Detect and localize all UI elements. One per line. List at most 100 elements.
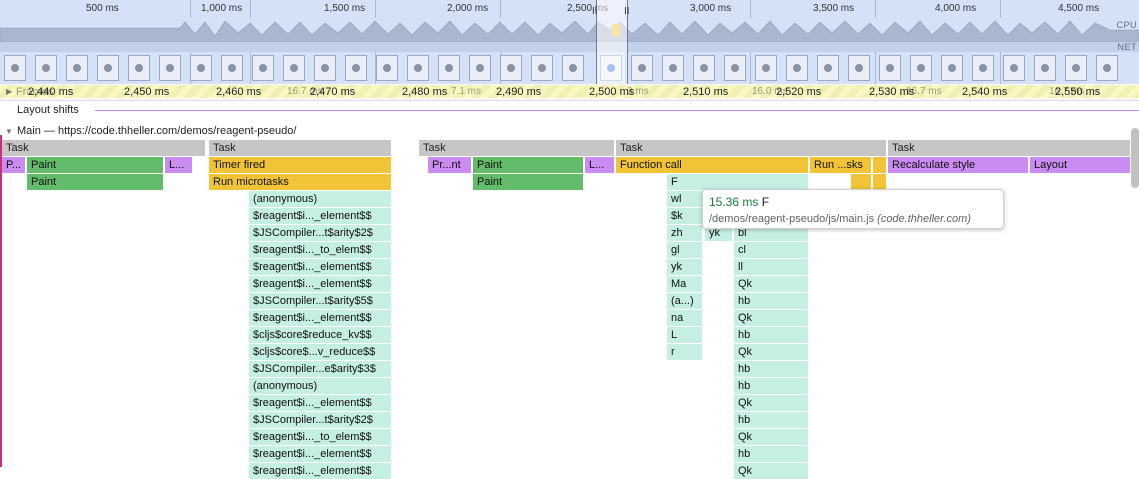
screenshot-frame[interactable]	[252, 55, 274, 81]
flame-function[interactable]: zh	[667, 225, 703, 241]
screenshot-frame[interactable]	[469, 55, 491, 81]
flame-event[interactable]	[873, 174, 887, 190]
screenshot-frame[interactable]	[972, 55, 994, 81]
flame-function[interactable]: $reagent$i..._element$$	[249, 208, 392, 224]
flame-function[interactable]: Qk	[734, 276, 809, 292]
flame-function[interactable]: Qk	[734, 310, 809, 326]
flame-function[interactable]: $reagent$i..._element$$	[249, 276, 392, 292]
screenshot-frame[interactable]	[128, 55, 150, 81]
flame-function[interactable]: Qk	[734, 395, 809, 411]
flame-function[interactable]: L	[667, 327, 703, 343]
flame-function[interactable]: $cljs$core$...v_reduce$$	[249, 344, 392, 360]
screenshot-frame[interactable]	[500, 55, 522, 81]
screenshot-frame[interactable]	[848, 55, 870, 81]
flame-timer-fired[interactable]: Timer fired	[209, 157, 392, 173]
flame-layerize[interactable]: L...	[165, 157, 193, 173]
flame-run-microtasks[interactable]: Run ...sks	[810, 157, 872, 173]
flame-paint[interactable]: Paint	[473, 157, 584, 173]
flame-function[interactable]: yk	[667, 259, 703, 275]
flame-task[interactable]: Task	[2, 140, 206, 156]
timeline-overview[interactable]: 500 ms 1,000 ms 1,500 ms 2,000 ms 2,500 …	[0, 0, 1139, 84]
screenshot-frame[interactable]	[910, 55, 932, 81]
screenshot-frame[interactable]	[190, 55, 212, 81]
flame-function[interactable]: $reagent$i..._element$$	[249, 310, 392, 326]
flame-function[interactable]: $reagent$i..._element$$	[249, 395, 392, 411]
flame-function[interactable]: $reagent$i..._element$$	[249, 259, 392, 275]
main-track-label[interactable]: Main — https://code.thheller.com/demos/r…	[17, 125, 296, 137]
screenshot-frame[interactable]	[1065, 55, 1087, 81]
screenshot-frame[interactable]	[1096, 55, 1118, 81]
flame-layout[interactable]: Layout	[1030, 157, 1131, 173]
screenshot-frame[interactable]	[35, 55, 57, 81]
flame-function[interactable]: Ma	[667, 276, 703, 292]
flame-function[interactable]: hb	[734, 446, 809, 462]
screenshot-frame[interactable]	[817, 55, 839, 81]
flame-function[interactable]: hb	[734, 293, 809, 309]
screenshot-frame[interactable]	[283, 55, 305, 81]
screenshot-frame[interactable]	[221, 55, 243, 81]
screenshot-frame[interactable]	[4, 55, 26, 81]
flame-recalculate-style[interactable]: Recalculate style	[888, 157, 1029, 173]
flame-function[interactable]: $cljs$core$reduce_kv$$	[249, 327, 392, 343]
flame-function[interactable]: Qk	[734, 344, 809, 360]
flame-task[interactable]: Task	[616, 140, 887, 156]
flame-function[interactable]: hb	[734, 327, 809, 343]
flame-prepaint[interactable]: P...	[2, 157, 26, 173]
flame-function[interactable]: $JSCompiler...t$arity$2$	[249, 412, 392, 428]
flame-function[interactable]: wl	[667, 191, 703, 207]
flame-task[interactable]: Task	[888, 140, 1131, 156]
flame-function-call[interactable]: Function call	[616, 157, 809, 173]
flame-function[interactable]: hb	[734, 361, 809, 377]
screenshot-frame[interactable]	[755, 55, 777, 81]
flame-function[interactable]: Qk	[734, 463, 809, 479]
screenshot-frame[interactable]	[531, 55, 553, 81]
screenshot-frame[interactable]	[693, 55, 715, 81]
screenshot-frame[interactable]	[345, 55, 367, 81]
flame-paint[interactable]: Paint	[27, 157, 164, 173]
flame-function[interactable]: hb	[734, 412, 809, 428]
flame-function[interactable]: cl	[734, 242, 809, 258]
flame-function[interactable]: $reagent$i..._element$$	[249, 463, 392, 479]
flame-function[interactable]: gl	[667, 242, 703, 258]
flame-function[interactable]: (anonymous)	[249, 378, 392, 394]
screenshot-frame[interactable]	[1034, 55, 1056, 81]
screenshot-frame[interactable]	[438, 55, 460, 81]
flame-layerize[interactable]: L...	[585, 157, 615, 173]
flame-function[interactable]: $JSCompiler...t$arity$5$	[249, 293, 392, 309]
flame-function[interactable]: Qk	[734, 429, 809, 445]
main-track-collapse-icon[interactable]: ▼	[5, 127, 13, 136]
screenshot-frame[interactable]	[724, 55, 746, 81]
flame-function[interactable]: hb	[734, 378, 809, 394]
flame-function[interactable]: na	[667, 310, 703, 326]
flame-function[interactable]: $reagent$i..._element$$	[249, 446, 392, 462]
selection-left-handle[interactable]: II	[592, 6, 598, 17]
flame-function[interactable]: F	[667, 174, 809, 190]
flame-task[interactable]: Task	[209, 140, 392, 156]
screenshot-frame[interactable]	[631, 55, 653, 81]
flame-task[interactable]: Task	[419, 140, 615, 156]
layout-shifts-track-label[interactable]: Layout shifts	[17, 104, 79, 116]
screenshot-frame[interactable]	[562, 55, 584, 81]
flame-function[interactable]: (a...)	[667, 293, 703, 309]
flame-chart-scrollbar[interactable]	[1131, 128, 1139, 188]
screenshot-frame[interactable]	[407, 55, 429, 81]
screenshot-frame[interactable]	[879, 55, 901, 81]
screenshot-frame[interactable]	[66, 55, 88, 81]
flame-paint[interactable]: Paint	[27, 174, 164, 190]
screenshot-frame[interactable]	[314, 55, 336, 81]
flame-function[interactable]: r	[667, 344, 703, 360]
flame-function[interactable]: $JSCompiler...t$arity$2$	[249, 225, 392, 241]
flame-function[interactable]: $reagent$i..._to_elem$$	[249, 429, 392, 445]
screenshot-frame[interactable]	[376, 55, 398, 81]
flame-event[interactable]	[851, 174, 872, 190]
screenshot-frame[interactable]	[662, 55, 684, 81]
screenshot-frame[interactable]	[786, 55, 808, 81]
screenshot-filmstrip[interactable]	[0, 53, 1139, 83]
screenshot-frame[interactable]	[1003, 55, 1025, 81]
frames-expand-icon[interactable]: ▶	[6, 87, 12, 96]
flame-function[interactable]: ll	[734, 259, 809, 275]
screenshot-frame[interactable]	[941, 55, 963, 81]
screenshot-frame[interactable]	[97, 55, 119, 81]
flame-function[interactable]: $k	[667, 208, 703, 224]
flame-function[interactable]: $reagent$i..._to_elem$$	[249, 242, 392, 258]
